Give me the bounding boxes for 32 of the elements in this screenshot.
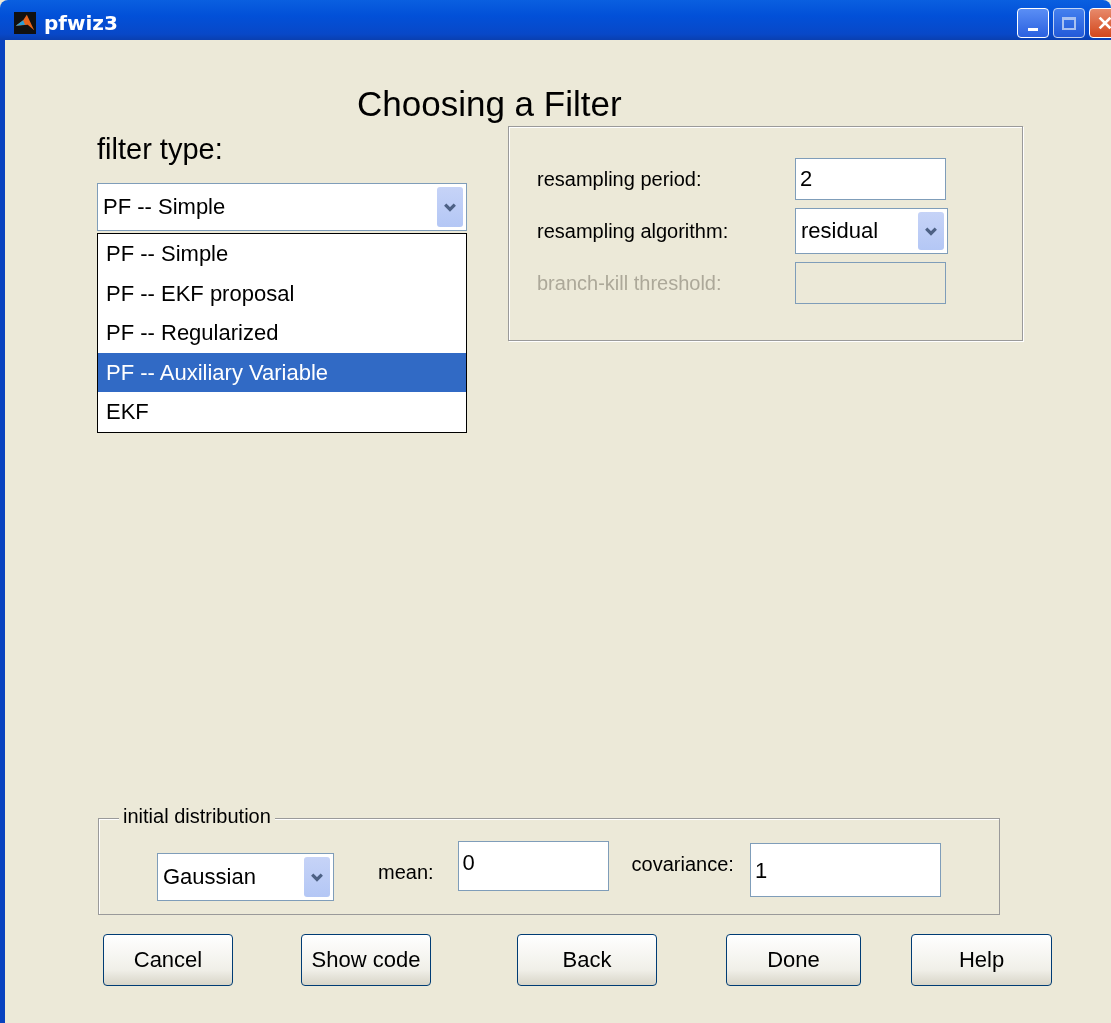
dialog-heading: Choosing a Filter [356, 83, 623, 125]
dropdown-option[interactable]: PF -- Auxiliary Variable [98, 352, 466, 392]
dialog-button[interactable]: Done [726, 934, 861, 986]
dropdown-option[interactable]: PF -- EKF proposal [98, 273, 466, 313]
maximize-button[interactable] [1053, 8, 1085, 38]
text-field[interactable]: 2 [795, 158, 946, 200]
app-icon [14, 12, 36, 34]
dialog-button[interactable]: Back [517, 934, 657, 986]
chevron-icon [918, 212, 944, 250]
algorithm-dropdown[interactable]: residual [795, 208, 948, 254]
chevron-icon [304, 857, 330, 897]
mean-field[interactable]: 0 [457, 841, 609, 891]
filter-type-label: filter type: [97, 132, 224, 167]
dropdown-option[interactable]: PF -- Simple [98, 234, 466, 274]
covariance-label: covariance: [631, 853, 734, 876]
dropdown-option[interactable]: PF -- Regularized [98, 313, 466, 353]
text-field[interactable] [795, 262, 946, 304]
covariance-field[interactable]: 1 [749, 843, 941, 897]
dropdown-option[interactable]: EKF [98, 392, 466, 432]
field-label: resampling algorithm: [537, 219, 730, 243]
minimize-button[interactable] [1017, 8, 1049, 38]
chevron-icon [437, 187, 463, 227]
distribution-dropdown[interactable]: Gaussian [157, 853, 334, 901]
field-label: branch-kill threshold: [537, 271, 723, 295]
close-icon [1096, 14, 1111, 32]
filter-type-dropdown[interactable]: PF -- Simple [97, 183, 467, 231]
window-title: pfwiz3 [44, 11, 118, 35]
dialog-button[interactable]: Help [911, 934, 1052, 986]
mean-label: mean: [378, 861, 434, 884]
field-label: resampling period: [537, 167, 703, 191]
dialog-button[interactable]: Show code [301, 934, 431, 986]
dialog-button[interactable]: Cancel [103, 934, 233, 986]
